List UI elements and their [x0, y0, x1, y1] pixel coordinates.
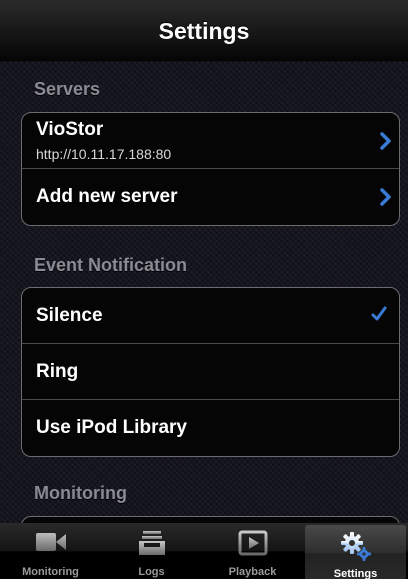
tab-bar: Monitoring Logs Playback Settings [0, 523, 408, 579]
tab-label: Playback [228, 566, 277, 578]
option-label: Silence [36, 305, 103, 326]
monitoring-group [21, 516, 400, 523]
tab-logs[interactable]: Logs [101, 523, 202, 579]
chevron-right-icon [380, 188, 391, 206]
add-new-server-row[interactable]: Add new server [22, 169, 399, 225]
notification-option-silence[interactable]: Silence [22, 288, 399, 344]
settings-content[interactable]: Servers VioStor http://10.11.17.188:80 A… [0, 62, 408, 523]
notification-option-ipod-library[interactable]: Use iPod Library [22, 400, 399, 456]
servers-group: VioStor http://10.11.17.188:80 Add new s… [21, 112, 400, 226]
navigation-bar: Settings [0, 0, 408, 62]
event-notification-group: Silence Ring Use iPod Library [21, 287, 400, 457]
tab-monitoring[interactable]: Monitoring [0, 523, 101, 579]
option-label: Use iPod Library [36, 417, 187, 438]
option-label: Ring [36, 361, 79, 382]
section-header-servers: Servers [34, 79, 101, 99]
tab-label: Logs [138, 566, 165, 578]
tab-label: Monitoring [22, 566, 79, 578]
add-new-server-label: Add new server [36, 186, 178, 207]
server-row-viostor[interactable]: VioStor http://10.11.17.188:80 [22, 113, 399, 169]
server-name: VioStor [36, 119, 104, 140]
tab-playback[interactable]: Playback [202, 523, 303, 579]
checkmark-icon [371, 306, 387, 321]
inbox-tray-icon [138, 531, 165, 555]
section-header-monitoring: Monitoring [34, 483, 127, 503]
tab-settings[interactable]: Settings [305, 525, 406, 579]
tab-label: Settings [333, 568, 378, 579]
notification-option-ring[interactable]: Ring [22, 344, 399, 400]
page-title: Settings [158, 18, 250, 44]
section-header-event-notification: Event Notification [34, 255, 188, 275]
gears-icon [340, 532, 371, 561]
server-address: http://10.11.17.188:80 [36, 146, 172, 162]
play-icon [238, 530, 267, 556]
chevron-right-icon [380, 132, 391, 150]
video-camera-icon [35, 533, 66, 551]
